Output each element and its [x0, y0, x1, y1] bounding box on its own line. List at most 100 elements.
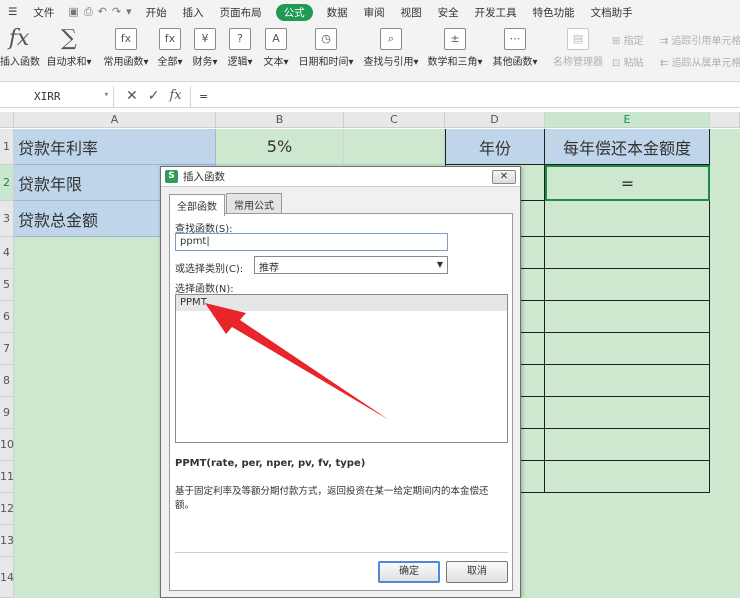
ok-button[interactable]: 确定: [378, 561, 440, 583]
cancel-icon[interactable]: ✕: [126, 88, 138, 104]
cancel-button[interactable]: 取消: [446, 561, 508, 583]
column-header-d[interactable]: D: [445, 112, 545, 128]
other-functions-button[interactable]: ⋯ 其他函数▾: [490, 28, 540, 68]
name-manager-icon: ▤: [567, 28, 589, 50]
all-functions-button[interactable]: fx 全部▾: [156, 28, 184, 68]
cell-e2-active[interactable]: =: [545, 165, 710, 201]
trace-dependents-button[interactable]: ⇇ 追踪从属单元格: [660, 54, 740, 69]
column-header-e[interactable]: E: [545, 112, 710, 128]
corner-cell[interactable]: [0, 112, 14, 128]
text-button[interactable]: A 文本▾: [262, 28, 290, 68]
redo-icon[interactable]: ↷: [112, 5, 121, 19]
fx-box-icon: fx: [159, 28, 181, 50]
cell-e5[interactable]: [545, 269, 710, 301]
dialog-panel: 查找函数(S): ppmt| 或选择类别(C): 推荐 ▼ 选择函数(N): P…: [169, 213, 513, 591]
trace-precedents-button[interactable]: ⇉ 追踪引用单元格: [660, 32, 740, 47]
tab-developer[interactable]: 开发工具: [467, 5, 525, 20]
row-header[interactable]: 1: [0, 129, 14, 165]
clock-icon: ◷: [315, 28, 337, 50]
tab-security[interactable]: 安全: [430, 5, 467, 20]
name-manager-button[interactable]: ▤ 名称管理器: [552, 28, 604, 68]
cell-e9[interactable]: [545, 397, 710, 429]
tab-doc-assistant[interactable]: 文档助手: [583, 5, 641, 20]
cell-e6[interactable]: [545, 301, 710, 333]
tab-features[interactable]: 特色功能: [525, 5, 583, 20]
row-header[interactable]: 2: [0, 165, 14, 201]
lookup-button[interactable]: ⌕ 查找与引用▾: [362, 28, 420, 68]
select-function-label: 选择函数(N):: [175, 284, 234, 295]
cell-b1[interactable]: 5%: [216, 129, 344, 165]
datetime-button[interactable]: ◷ 日期和时间▾: [298, 28, 354, 68]
row-header[interactable]: 14: [0, 557, 14, 598]
cell-e4[interactable]: [545, 237, 710, 269]
define-name-button[interactable]: ⊞ 指定: [612, 32, 644, 47]
row-header[interactable]: 9: [0, 397, 14, 429]
tab-insert[interactable]: 插入: [175, 5, 212, 20]
tab-common-formulas[interactable]: 常用公式: [226, 193, 282, 215]
function-list[interactable]: PPMT: [175, 294, 508, 443]
tab-review[interactable]: 审阅: [356, 5, 393, 20]
cell-e10[interactable]: [545, 429, 710, 461]
function-signature: PPMT(rate, per, nper, pv, fv, type): [175, 458, 366, 469]
row-header[interactable]: 7: [0, 333, 14, 365]
fx-icon[interactable]: fx: [169, 88, 181, 104]
formula-input[interactable]: =: [190, 86, 740, 108]
finance-button[interactable]: ¥ 财务▾: [191, 28, 219, 68]
print-icon[interactable]: ⎙: [84, 5, 93, 19]
math-icon: ±: [444, 28, 466, 50]
autosum-button[interactable]: ∑ 自动求和▾: [44, 28, 94, 69]
column-header-a[interactable]: A: [14, 112, 216, 128]
menu-file[interactable]: 文件: [25, 5, 62, 20]
cell-e11[interactable]: [545, 461, 710, 493]
tab-page-layout[interactable]: 页面布局: [212, 5, 270, 20]
tab-home[interactable]: 开始: [138, 5, 175, 20]
chevron-down-icon[interactable]: ▾: [104, 90, 109, 100]
undo-icon[interactable]: ↶: [98, 5, 107, 19]
tab-data[interactable]: 数据: [319, 5, 356, 20]
list-item[interactable]: PPMT: [176, 295, 507, 311]
chevron-down-icon: ▼: [436, 260, 443, 269]
category-label: 或选择类别(C):: [175, 264, 244, 275]
close-button[interactable]: ✕: [492, 170, 516, 184]
divider: [175, 552, 508, 553]
tab-view[interactable]: 视图: [393, 5, 430, 20]
row-header[interactable]: 13: [0, 525, 14, 557]
dialog-title-bar: S 插入函数: [161, 167, 520, 187]
common-functions-button[interactable]: fx 常用函数▾: [101, 28, 151, 68]
row-header[interactable]: 12: [0, 493, 14, 525]
row-header[interactable]: 4: [0, 237, 14, 269]
cell-e1[interactable]: 每年偿还本金额度: [545, 129, 710, 165]
row-header[interactable]: 10: [0, 429, 14, 461]
lookup-icon: ⌕: [380, 28, 402, 50]
search-input[interactable]: ppmt|: [175, 233, 448, 251]
confirm-icon[interactable]: ✓: [148, 88, 160, 104]
cell-e8[interactable]: [545, 365, 710, 397]
row-header[interactable]: 3: [0, 201, 14, 237]
more-icon: ⋯: [504, 28, 526, 50]
insert-function-button[interactable]: fx 插入函数: [0, 28, 40, 69]
save-icon[interactable]: ▣: [68, 5, 78, 19]
row-header[interactable]: 8: [0, 365, 14, 397]
tab-formulas[interactable]: 公式: [275, 3, 313, 21]
column-header-c[interactable]: C: [344, 112, 445, 128]
wps-logo-icon: S: [165, 170, 178, 183]
hamburger-icon[interactable]: ☰: [0, 6, 25, 18]
row-header[interactable]: 6: [0, 301, 14, 333]
paste-name-button[interactable]: ⊡ 粘贴: [612, 54, 644, 69]
cell-a1[interactable]: 贷款年利率: [14, 129, 216, 165]
column-header-b[interactable]: B: [216, 112, 344, 128]
column-header-f[interactable]: [710, 112, 740, 128]
cell-c1[interactable]: [344, 129, 445, 165]
name-box[interactable]: XIRR ▾: [0, 86, 114, 108]
dialog-tabs: 全部函数 常用公式: [169, 193, 283, 216]
qa-dropdown-icon[interactable]: ▾: [126, 5, 132, 19]
cell-e7[interactable]: [545, 333, 710, 365]
tab-all-functions[interactable]: 全部函数: [169, 194, 225, 216]
cell-e3[interactable]: [545, 201, 710, 237]
category-select[interactable]: 推荐 ▼: [254, 256, 448, 274]
cell-d1[interactable]: 年份: [445, 129, 545, 165]
math-button[interactable]: ± 数学和三角▾: [427, 28, 483, 68]
row-header[interactable]: 5: [0, 269, 14, 301]
logic-button[interactable]: ? 逻辑▾: [226, 28, 254, 68]
row-header[interactable]: 11: [0, 461, 14, 493]
